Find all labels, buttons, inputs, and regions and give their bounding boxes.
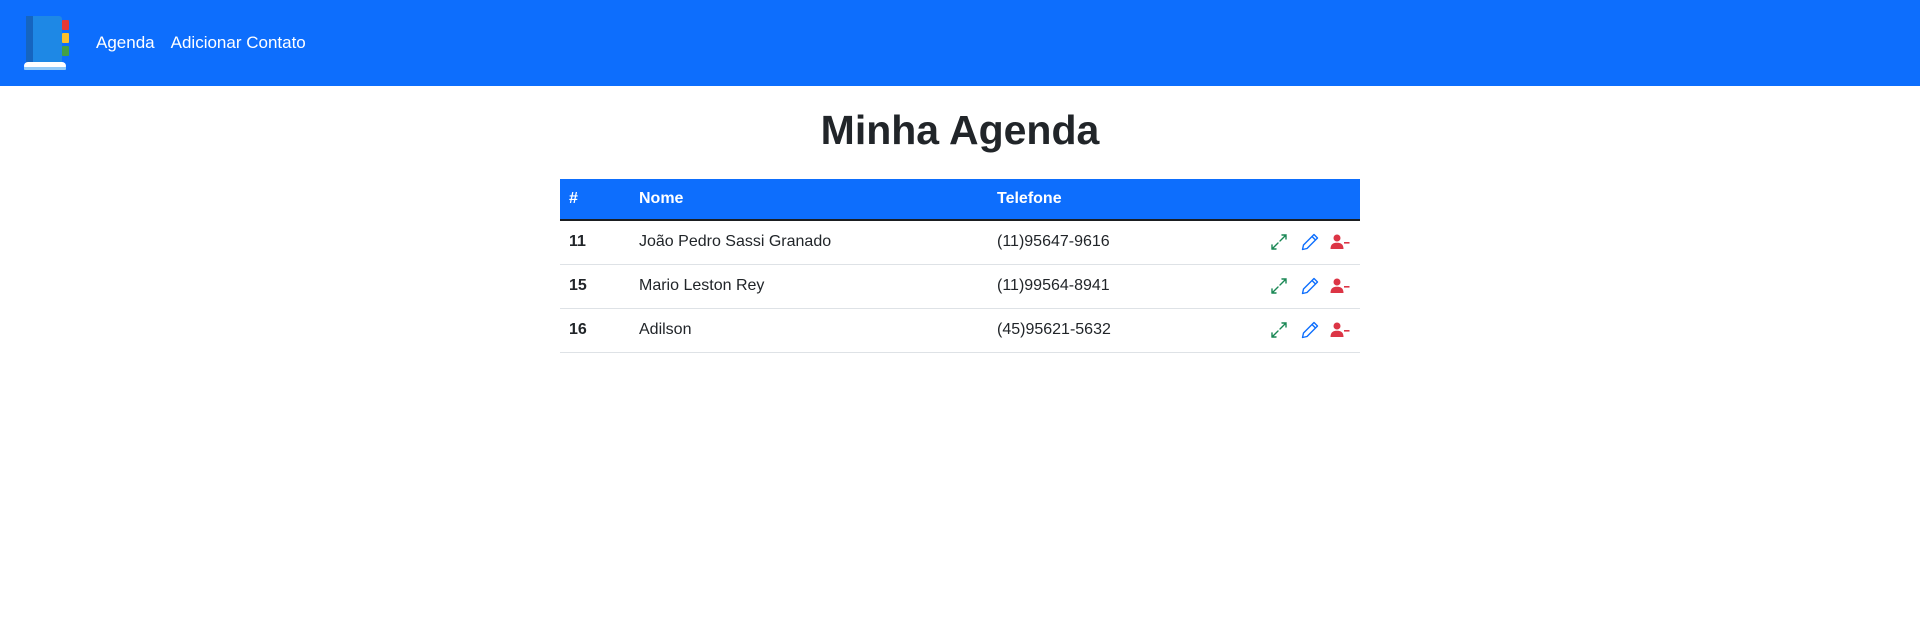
header-actions (1218, 179, 1360, 221)
contacts-table-wrapper: # Nome Telefone 11 João Pedro Sassi Gran… (560, 179, 1360, 353)
row-name: Adilson (630, 308, 988, 353)
person-dash-icon[interactable] (1330, 320, 1350, 340)
header-id: # (560, 179, 630, 221)
person-dash-icon[interactable] (1330, 276, 1350, 296)
person-dash-icon[interactable] (1330, 232, 1350, 252)
header-phone: Telefone (988, 179, 1218, 221)
table-row: 11 João Pedro Sassi Granado (11)95647-96… (560, 220, 1360, 265)
nav-link-agenda[interactable]: Agenda (96, 33, 155, 53)
row-name: Mario Leston Rey (630, 264, 988, 309)
pencil-icon[interactable] (1300, 232, 1320, 252)
page-title: Minha Agenda (820, 107, 1100, 153)
row-actions (1218, 264, 1360, 309)
row-phone: (45)95621-5632 (988, 308, 1218, 353)
contacts-table: # Nome Telefone 11 João Pedro Sassi Gran… (560, 179, 1360, 353)
pencil-icon[interactable] (1300, 320, 1320, 340)
expand-icon[interactable] (1269, 232, 1289, 252)
row-actions (1218, 308, 1360, 353)
pencil-icon[interactable] (1300, 276, 1320, 296)
table-row: 15 Mario Leston Rey (11)99564-8941 (560, 264, 1360, 309)
expand-icon[interactable] (1269, 320, 1289, 340)
navbar: Agenda Adicionar Contato (0, 0, 1920, 86)
row-actions (1218, 220, 1360, 265)
row-id: 11 (560, 220, 630, 265)
row-phone: (11)95647-9616 (988, 220, 1218, 265)
row-id: 16 (560, 308, 630, 353)
nav-link-adicionar-contato[interactable]: Adicionar Contato (171, 33, 306, 53)
row-id: 15 (560, 264, 630, 309)
row-name: João Pedro Sassi Granado (630, 220, 988, 265)
table-row: 16 Adilson (45)95621-5632 (560, 308, 1360, 353)
expand-icon[interactable] (1269, 276, 1289, 296)
header-name: Nome (630, 179, 988, 221)
address-book-icon[interactable] (18, 12, 74, 74)
row-phone: (11)99564-8941 (988, 264, 1218, 309)
table-header-row: # Nome Telefone (560, 179, 1360, 221)
